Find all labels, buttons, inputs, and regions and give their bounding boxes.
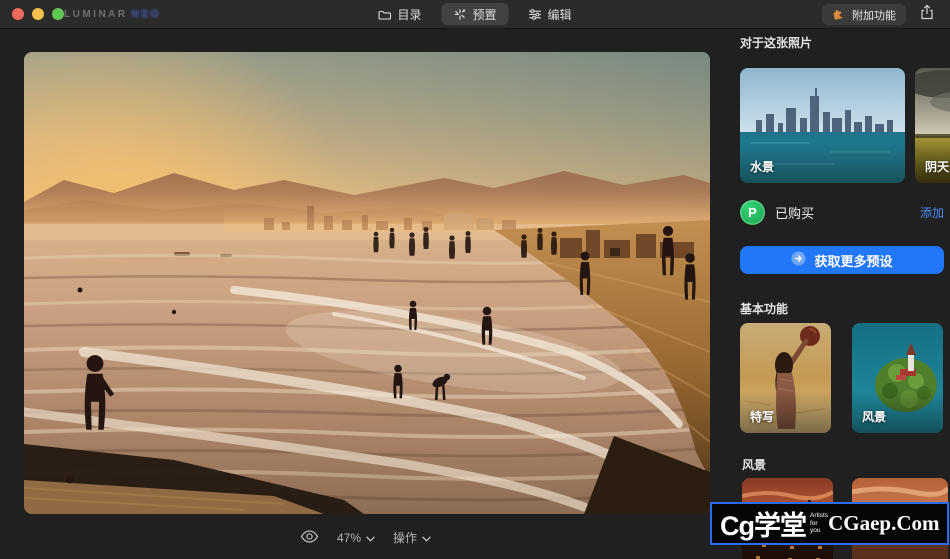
preset-card-landscape[interactable]: 风景 — [852, 323, 943, 433]
watermark-logo: Cg学堂 — [720, 504, 806, 543]
preset-label: 水景 — [750, 158, 774, 175]
presets-pack-icon: P — [740, 200, 765, 225]
minimize-button[interactable] — [32, 8, 44, 20]
section-heading-landscape: 风景 — [742, 456, 766, 473]
photo-canvas[interactable] — [24, 52, 710, 514]
get-more-presets-label: 获取更多预设 — [814, 251, 892, 270]
app-logo-neo: NEO — [132, 9, 161, 20]
extras-button[interactable]: 附加功能 — [822, 4, 906, 25]
app-logo: LUMINARNEO — [64, 9, 161, 20]
tab-edit-label: 编辑 — [548, 6, 572, 23]
extras-button-label: 附加功能 — [852, 7, 896, 23]
beach-sunset-photo — [24, 52, 710, 514]
actions-label: 操作 — [393, 529, 417, 546]
section-heading-basic: 基本功能 — [740, 300, 788, 317]
preset-label: 风景 — [862, 408, 886, 425]
purchased-label: 已购买 — [775, 203, 814, 222]
tab-presets-label: 预置 — [472, 6, 496, 23]
tab-catalog-label: 目录 — [397, 6, 421, 23]
sparkles-icon — [453, 8, 466, 21]
folder-icon — [378, 9, 391, 20]
watermark-site: CGaep.Com — [828, 511, 939, 536]
tab-edit[interactable]: 编辑 — [517, 3, 584, 25]
eye-icon — [300, 530, 319, 546]
arrow-right-circle-icon — [791, 251, 806, 269]
title-bar: LUMINARNEO 目录 预置 — [0, 0, 950, 29]
preset-card-cloudy[interactable]: 阴天 — [915, 68, 950, 183]
chevron-down-icon — [366, 531, 375, 545]
preset-label: 阴天 — [925, 158, 949, 175]
puzzle-icon — [832, 7, 846, 23]
preset-card-closeup[interactable]: 特写 — [740, 323, 831, 433]
main-tabs: 目录 预置 — [366, 3, 583, 25]
pack-badge-letter: P — [748, 205, 757, 220]
section-heading-for-this-photo: 对于这张照片 — [740, 34, 812, 51]
add-link[interactable]: 添加 — [920, 204, 944, 221]
preset-card-waterscape[interactable]: 水景 — [740, 68, 905, 183]
tab-catalog[interactable]: 目录 — [366, 3, 433, 25]
purchased-row: P 已购买 添加 — [740, 199, 944, 225]
watermark-tagline: Artists for you — [810, 512, 828, 535]
traffic-lights — [12, 8, 64, 20]
close-button[interactable] — [12, 8, 24, 20]
share-button[interactable] — [918, 5, 936, 23]
luminar-neo-window: LUMINARNEO 目录 预置 — [0, 0, 950, 559]
actions-dropdown[interactable]: 操作 — [393, 529, 431, 546]
zoom-value: 47% — [337, 531, 361, 545]
preset-label: 特写 — [750, 408, 774, 425]
compare-eye-button[interactable] — [300, 530, 319, 546]
watermark-banner: Cg学堂 Artists for you CGaep.Com — [710, 502, 949, 545]
share-icon — [920, 4, 934, 25]
sliders-icon — [529, 9, 542, 20]
tab-presets[interactable]: 预置 — [441, 3, 508, 25]
chevron-down-icon — [422, 531, 431, 545]
fullscreen-button[interactable] — [52, 8, 64, 20]
zoom-dropdown[interactable]: 47% — [337, 531, 375, 545]
view-controls: 47% 操作 — [300, 529, 431, 546]
get-more-presets-button[interactable]: 获取更多预设 — [740, 246, 944, 274]
